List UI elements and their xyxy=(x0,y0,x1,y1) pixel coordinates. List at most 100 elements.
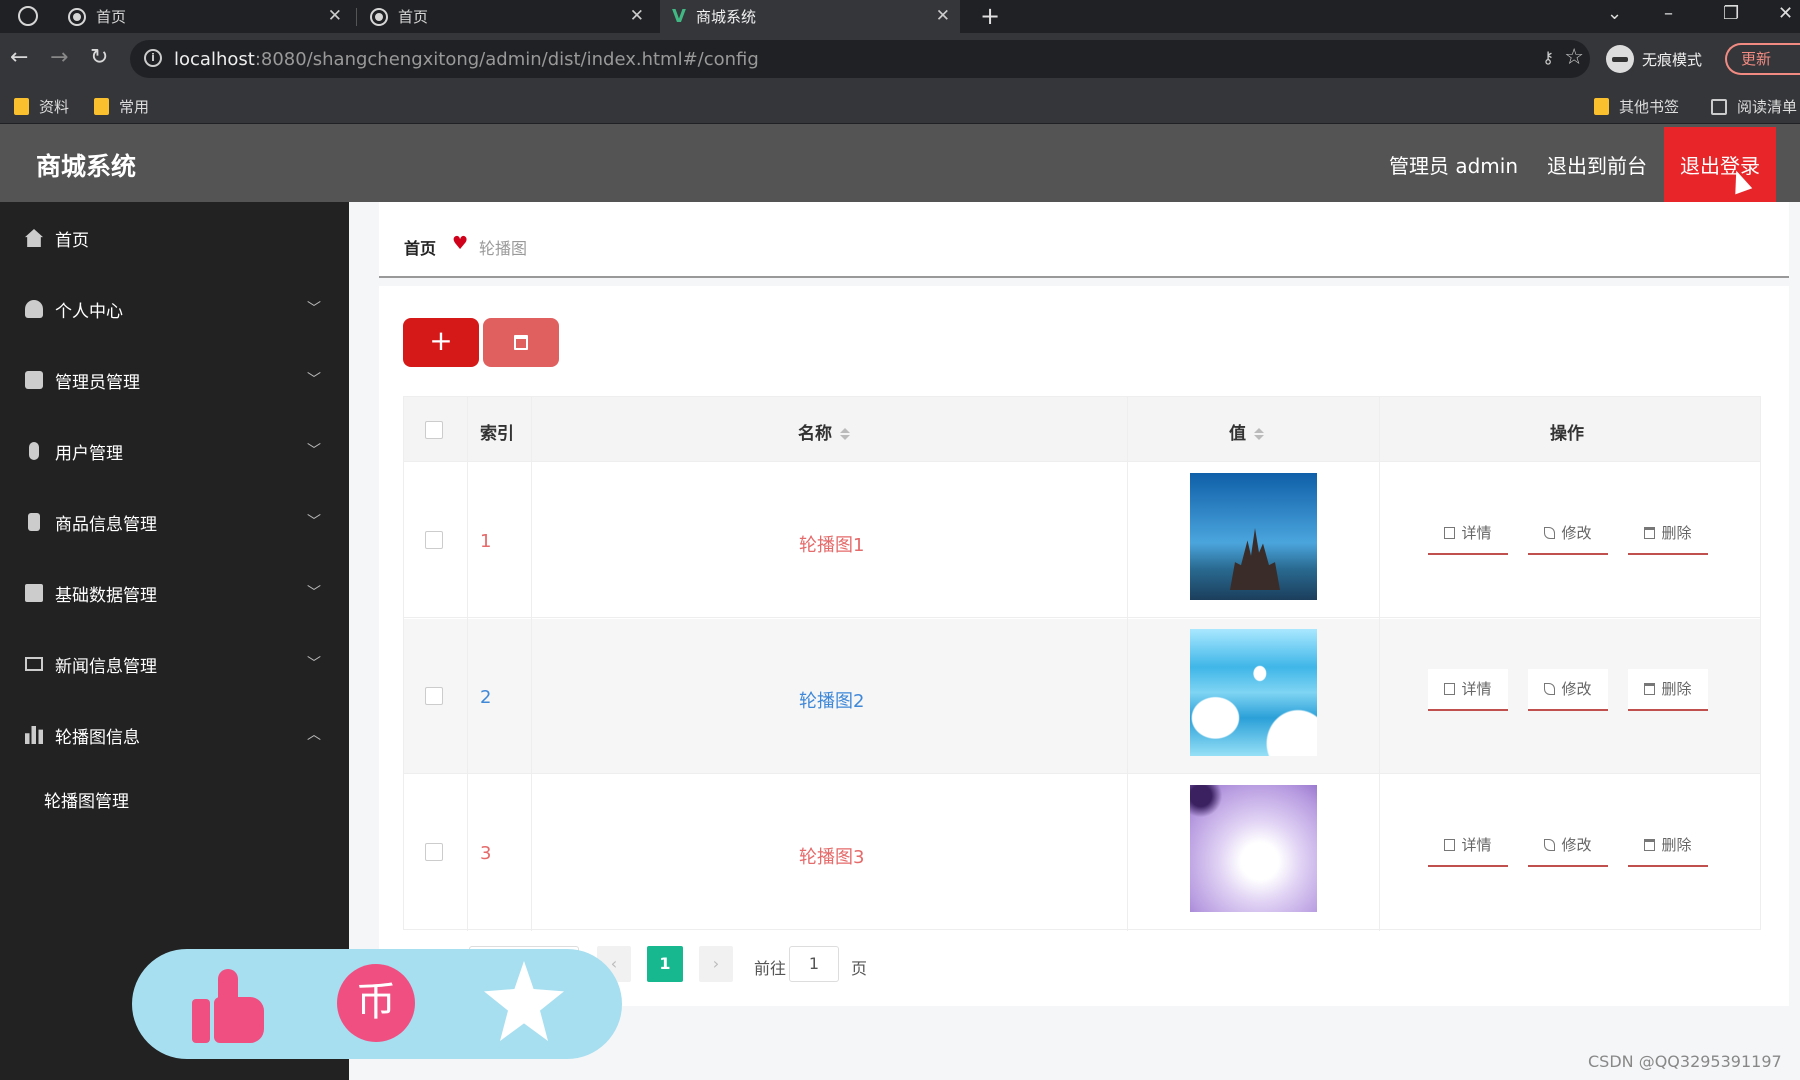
browser-tab-2[interactable]: 首页 ✕ xyxy=(358,0,654,33)
user-icon xyxy=(25,300,43,318)
action-label: 详情 xyxy=(1461,680,1492,698)
sidebar-subitem-carousel-management[interactable]: 轮播图管理 xyxy=(44,787,129,812)
back-icon[interactable]: ← xyxy=(10,45,28,70)
star-icon[interactable] xyxy=(484,961,564,1041)
bookmark-star-icon[interactable]: ☆ xyxy=(1564,45,1584,70)
mail-icon xyxy=(25,657,43,671)
carousel-thumbnail[interactable] xyxy=(1190,473,1317,600)
row-checkbox[interactable] xyxy=(425,843,443,861)
vue-logo-icon: V xyxy=(672,6,686,27)
add-button[interactable]: + xyxy=(403,318,479,367)
chrome-icon[interactable] xyxy=(18,6,38,26)
reading-list[interactable]: 阅读清单 xyxy=(1711,96,1797,117)
page-number-current[interactable]: 1 xyxy=(647,946,683,982)
sort-icon[interactable] xyxy=(840,428,850,440)
close-tab-icon[interactable]: ✕ xyxy=(936,6,950,26)
detail-button[interactable]: 详情 xyxy=(1428,513,1508,555)
bookmark-folder[interactable]: 常用 xyxy=(94,96,149,117)
action-label: 删除 xyxy=(1661,524,1692,542)
row-name: 轮播图3 xyxy=(799,847,865,868)
sidebar-item-news-management[interactable]: 新闻信息管理 ﹀ xyxy=(0,633,349,695)
breadcrumb-current: 轮播图 xyxy=(479,239,528,258)
sidebar-item-personal-center[interactable]: 个人中心 ﹀ xyxy=(0,278,349,340)
sidebar-item-user-management[interactable]: 用户管理 ﹀ xyxy=(0,420,349,482)
row-index: 1 xyxy=(480,531,492,552)
delete-button[interactable]: 删除 xyxy=(1628,825,1708,867)
goto-page-input[interactable]: 1 xyxy=(789,946,839,982)
coin-icon[interactable]: 币 xyxy=(337,964,415,1042)
row-checkbox[interactable] xyxy=(425,687,443,705)
sidebar-item-carousel-info[interactable]: 轮播图信息 ︿ xyxy=(0,704,349,766)
column-divider xyxy=(1379,397,1380,931)
action-label: 详情 xyxy=(1461,836,1492,854)
reload-icon[interactable]: ↻ xyxy=(90,45,108,70)
action-label: 删除 xyxy=(1661,836,1692,854)
batch-delete-button[interactable] xyxy=(483,318,559,367)
chevron-down-icon: ﹀ xyxy=(307,514,321,530)
edit-button[interactable]: 修改 xyxy=(1528,513,1608,555)
incognito-indicator[interactable]: 无痕模式 xyxy=(1606,41,1702,77)
sort-icon[interactable] xyxy=(1254,428,1264,440)
mic-icon xyxy=(29,442,39,460)
browser-tab-active[interactable]: V 商城系统 ✕ xyxy=(660,0,960,33)
exit-to-front-link[interactable]: 退出到前台 xyxy=(1547,150,1647,179)
trash-icon xyxy=(1644,839,1656,851)
edit-button[interactable]: 修改 xyxy=(1528,825,1608,867)
minimize-icon[interactable]: – xyxy=(1664,3,1673,24)
detail-button[interactable]: 详情 xyxy=(1428,825,1508,867)
detail-button[interactable]: 详情 xyxy=(1428,669,1508,711)
incognito-label: 无痕模式 xyxy=(1642,50,1703,69)
close-tab-icon[interactable]: ✕ xyxy=(630,6,644,26)
close-window-icon[interactable]: ✕ xyxy=(1778,3,1793,24)
row-checkbox[interactable] xyxy=(425,531,443,549)
sidebar-item-admin-management[interactable]: 管理员管理 ﹀ xyxy=(0,349,349,411)
carousel-thumbnail[interactable] xyxy=(1190,629,1317,756)
content-panel: + 索引 名称 值 操作 1 轮播图1 详情 修改 删除 2 轮播图2 详情 修… xyxy=(379,286,1789,1006)
tab-search-chevron-icon[interactable]: ⌄ xyxy=(1607,3,1622,24)
delete-button[interactable]: 删除 xyxy=(1628,669,1708,711)
site-info-icon[interactable]: i xyxy=(144,49,162,67)
sidebar-item-basic-data[interactable]: 基础数据管理 ﹀ xyxy=(0,562,349,624)
bookmark-folder[interactable]: 资料 xyxy=(14,96,69,117)
url-host: localhost xyxy=(174,49,255,70)
restore-icon[interactable]: ❐ xyxy=(1723,3,1739,24)
key-icon[interactable]: ⚷ xyxy=(1542,48,1554,67)
row-index: 3 xyxy=(480,843,492,864)
browser-tab-1[interactable]: 首页 ✕ xyxy=(56,0,352,33)
bookmark-label: 阅读清单 xyxy=(1737,98,1798,116)
next-page-icon[interactable]: › xyxy=(699,946,733,982)
update-button[interactable]: 更新 xyxy=(1725,43,1800,75)
forward-icon[interactable]: → xyxy=(50,45,68,70)
sidebar-item-home[interactable]: 首页 xyxy=(0,207,349,269)
sidebar-item-product-management[interactable]: 商品信息管理 ﹀ xyxy=(0,491,349,553)
document-icon xyxy=(1444,683,1456,695)
thumbs-up-icon[interactable] xyxy=(192,969,266,1043)
column-header-name[interactable]: 名称 xyxy=(798,419,850,444)
folder-icon xyxy=(94,98,109,115)
edit-button[interactable]: 修改 xyxy=(1528,669,1608,711)
delete-button[interactable]: 删除 xyxy=(1628,513,1708,555)
sidebar-item-label: 管理员管理 xyxy=(55,372,140,393)
thumb-shape xyxy=(192,999,210,1043)
action-label: 修改 xyxy=(1561,836,1592,854)
document-icon xyxy=(1444,527,1456,539)
new-tab-icon[interactable]: + xyxy=(980,2,1000,30)
url-text[interactable]: localhost:8080/shangchengxitong/admin/di… xyxy=(174,49,759,70)
incognito-icon xyxy=(1606,45,1634,73)
bookmarks-bar: 资料 常用 其他书签 阅读清单 xyxy=(0,88,1800,124)
sidebar-item-label: 新闻信息管理 xyxy=(55,656,157,677)
address-toolbar: ← → ↻ i localhost:8080/shangchengxitong/… xyxy=(0,33,1800,88)
table-row: 2 轮播图2 详情 修改 删除 xyxy=(404,619,1760,774)
logout-button[interactable]: 退出登录 xyxy=(1664,127,1776,202)
url-bar[interactable]: i localhost:8080/shangchengxitong/admin/… xyxy=(130,40,1590,78)
close-tab-icon[interactable]: ✕ xyxy=(328,6,342,26)
page-suffix-label: 页 xyxy=(851,959,868,978)
tab-title: 商城系统 xyxy=(695,8,756,26)
column-header-value[interactable]: 值 xyxy=(1229,419,1264,444)
breadcrumb-home[interactable]: 首页 xyxy=(404,235,436,259)
column-divider xyxy=(467,397,468,931)
other-bookmarks[interactable]: 其他书签 xyxy=(1594,96,1679,117)
carousel-thumbnail[interactable] xyxy=(1190,785,1317,912)
select-all-checkbox[interactable] xyxy=(425,421,443,439)
sidebar-item-label: 首页 xyxy=(55,230,89,251)
